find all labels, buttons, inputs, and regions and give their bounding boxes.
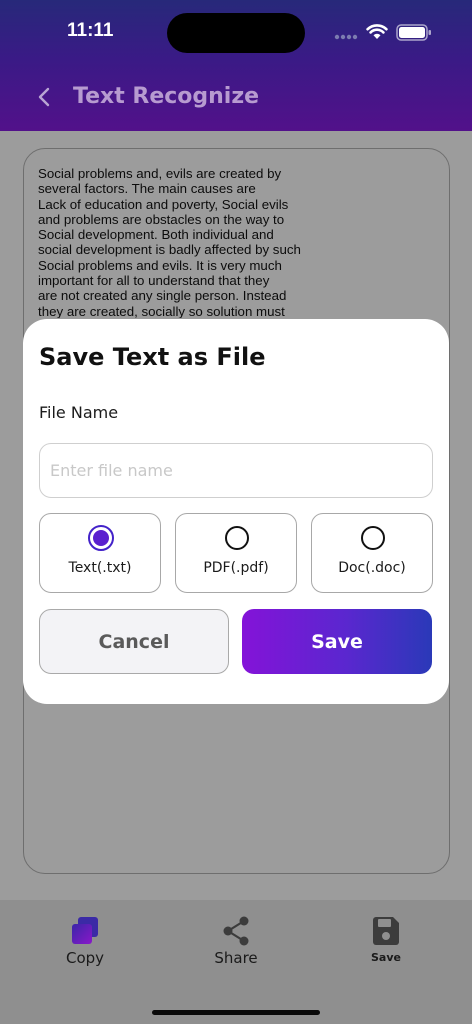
format-option-pdf[interactable]: PDF(.pdf) [175,513,297,593]
file-name-label: File Name [39,403,119,422]
cellular-signal-icon [334,34,358,40]
format-option-txt[interactable]: Text(.txt) [39,513,161,593]
battery-icon [396,24,431,41]
save-button[interactable]: Save [242,609,432,674]
share-button[interactable]: Share [191,915,281,967]
format-label-doc: Doc(.doc) [338,560,406,576]
copy-label: Copy [65,949,105,967]
save-tab-button[interactable]: Save [341,915,431,964]
format-option-doc[interactable]: Doc(.doc) [311,513,433,593]
copy-icon [72,917,98,944]
save-floppy-icon [373,917,399,945]
radio-unselected-icon[interactable] [361,526,385,550]
save-tab-label: Save [371,951,401,964]
status-bar: 11:11 [0,0,472,60]
home-indicator [152,1010,320,1015]
recognized-text: Social problems and, evils are created b… [38,166,301,318]
status-time: 11:11 [67,20,114,41]
format-label-pdf: PDF(.pdf) [203,560,269,576]
save-file-dialog: Save Text as File File Name Text(.txt) P… [23,319,449,704]
radio-selected-icon[interactable] [88,525,114,551]
format-label-txt: Text(.txt) [68,560,132,576]
share-icon [223,916,249,946]
cancel-button[interactable]: Cancel [39,609,229,674]
radio-unselected-icon[interactable] [225,526,249,550]
back-chevron-icon[interactable] [34,86,54,108]
wifi-icon [366,24,388,39]
copy-button[interactable]: Copy [40,915,130,967]
page-title: Text Recognize [73,84,260,109]
app-header: 11:11 Text Recognize [0,0,472,131]
dialog-title: Save Text as File [39,343,266,371]
file-name-input[interactable] [39,443,433,498]
dynamic-island [167,13,305,53]
share-label: Share [214,949,258,967]
